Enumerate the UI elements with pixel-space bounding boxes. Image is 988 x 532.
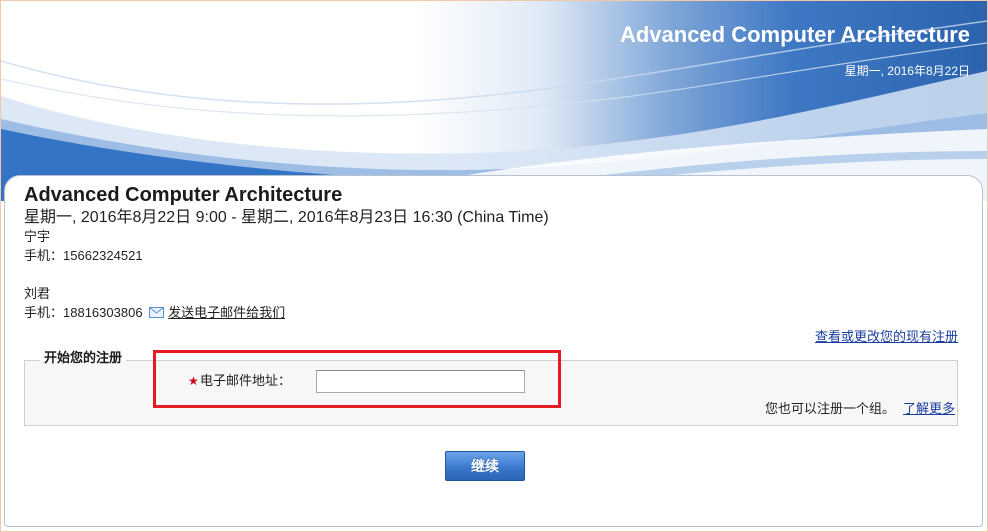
contact-phone: 手机：15662324521 [24, 246, 549, 265]
phone-label: 手机： [24, 305, 64, 320]
group-registration-text: 您也可以注册一个组。 [764, 401, 895, 416]
email-input[interactable] [316, 370, 525, 393]
event-panel: Advanced Computer Architecture 星期一, 2016… [4, 175, 983, 527]
page-frame: Advanced Computer Architecture 星期一, 2016… [0, 0, 988, 532]
header-banner: Advanced Computer Architecture 星期一, 2016… [1, 1, 987, 201]
continue-button[interactable]: 继续 [445, 451, 525, 481]
contact-phone: 手机：18816303806 发送电子邮件给我们 [24, 303, 549, 322]
contact-name: 刘君 [24, 286, 51, 301]
phone-number: 18816303806 [63, 305, 143, 320]
phone-label: 手机： [24, 248, 64, 263]
email-us-link[interactable]: 发送电子邮件给我们 [168, 305, 285, 320]
banner-date: 星期一, 2016年8月22日 [844, 64, 970, 78]
event-title: Advanced Computer Architecture [24, 184, 343, 206]
phone-number: 15662324521 [63, 248, 143, 263]
event-info: Advanced Computer Architecture 星期一, 2016… [24, 183, 549, 322]
learn-more-link[interactable]: 了解更多 [903, 401, 955, 416]
fieldset-legend: 开始您的注册 [40, 350, 127, 366]
banner-title: Advanced Computer Architecture [619, 22, 970, 47]
envelope-icon[interactable] [149, 304, 165, 323]
view-change-registration-link[interactable]: 查看或更改您的现有注册 [815, 329, 958, 345]
email-label: 电子邮件地址： [200, 373, 292, 388]
group-registration-line: 您也可以注册一个组。 了解更多 [765, 401, 955, 417]
required-star: ★ [188, 374, 199, 388]
contact-name: 宁宇 [24, 229, 51, 244]
registration-fieldset: 开始您的注册 ★ 电子邮件地址： 您也可以注册一个组。 了解更多 [24, 350, 958, 426]
event-datetime: 星期一, 2016年8月22日 9:00 - 星期二, 2016年8月23日 1… [24, 209, 549, 226]
